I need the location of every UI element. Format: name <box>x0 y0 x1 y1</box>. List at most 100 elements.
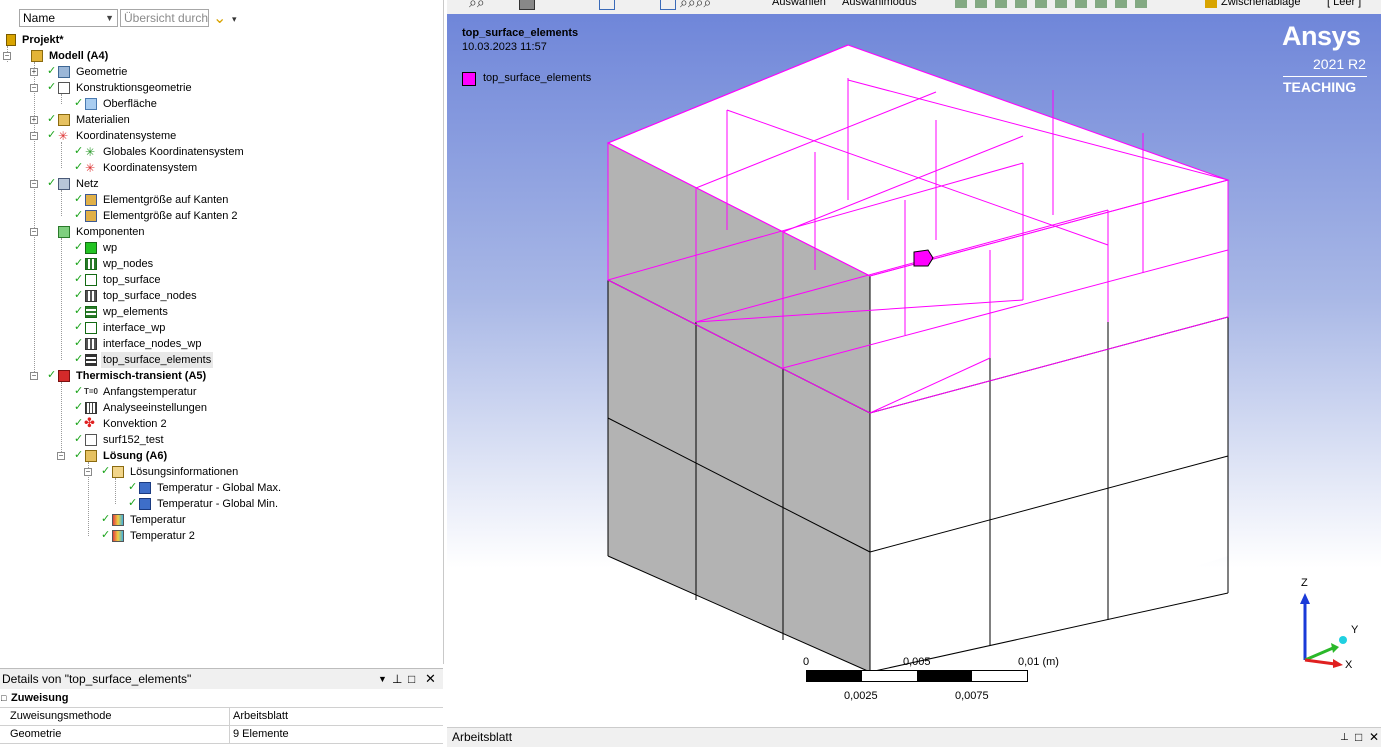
pin-icon[interactable]: ⊥ <box>392 669 402 689</box>
project-icon <box>6 34 16 46</box>
pin-icon[interactable]: ⊥ <box>1340 728 1349 747</box>
tree-label: interface_wp <box>103 322 166 334</box>
element-selection-icon <box>85 354 97 366</box>
tree-label: Temperatur <box>130 514 186 526</box>
collapse-icon[interactable]: − <box>84 468 92 476</box>
zoom-icon[interactable]: ⌕⌕ <box>469 0 485 11</box>
worksheet-label[interactable]: Arbeitsblatt <box>452 728 512 747</box>
coordinate-system-icon: ✳ <box>58 129 69 143</box>
grid-icon[interactable] <box>599 0 615 10</box>
graphics-viewport[interactable]: top_surface_elements 10.03.2023 11:57 to… <box>447 14 1381 724</box>
scale-bar <box>806 670 1028 682</box>
name-filter-combo[interactable]: Name ▼ <box>19 9 118 27</box>
collapse-icon[interactable]: − <box>30 372 38 380</box>
check-icon: ✓ <box>74 145 84 157</box>
face-selection-icon <box>85 274 97 286</box>
components-icon <box>58 226 70 238</box>
tree-label: top_surface_elements <box>101 352 214 368</box>
check-icon: ✓ <box>74 161 84 173</box>
check-icon: ✓ <box>47 113 57 125</box>
details-row-key: Geometrie <box>10 728 62 740</box>
check-icon: ✓ <box>74 449 84 461</box>
check-icon: ✓ <box>74 385 84 397</box>
collapse-icon[interactable]: − <box>57 452 65 460</box>
mesh-icon <box>58 178 70 190</box>
clipboard-label[interactable]: Zwischenablage <box>1221 0 1301 8</box>
tree-label: Materialien <box>76 114 130 126</box>
collapse-icon[interactable]: − <box>3 52 11 60</box>
tree-label: Temperatur - Global Min. <box>157 498 279 510</box>
check-icon: ✓ <box>74 209 84 221</box>
select-button[interactable]: Auswählen <box>772 0 826 8</box>
graphics-toolbar: ⌕⌕ ⌕⌕⌕⌕ Auswählen Auswahlmodus Zwischena… <box>447 0 1381 14</box>
result-tracker-icon <box>139 498 151 510</box>
triad[interactable] <box>1295 588 1355 668</box>
worksheet-bar: Arbeitsblatt ⊥ □ ✕ <box>447 727 1381 747</box>
check-icon: ✓ <box>74 305 84 317</box>
node-selection-icon <box>85 338 97 350</box>
body-select-icon[interactable] <box>519 0 535 10</box>
details-row[interactable]: Geometrie 9 Elemente <box>0 726 443 744</box>
details-title: Details von "top_surface_elements" <box>2 672 192 686</box>
model-icon <box>31 50 43 62</box>
check-icon: ✓ <box>128 481 138 493</box>
toolbar-dropdown-icon[interactable]: ▾ <box>232 14 237 25</box>
details-pane: Details von "top_surface_elements" ▼ ⊥ □… <box>0 668 443 747</box>
search-options-icon[interactable]: ⌄ <box>213 8 226 28</box>
solution-icon <box>85 450 97 462</box>
tree-label: wp <box>103 242 118 254</box>
close-icon[interactable]: ✕ <box>425 669 436 689</box>
materials-icon <box>58 114 70 126</box>
analysis-settings-icon <box>85 402 97 414</box>
tree-label: Lösungsinformationen <box>130 466 239 478</box>
collapse-icon[interactable]: □ <box>1 690 6 707</box>
check-icon: ✓ <box>74 433 84 445</box>
outline-search-input[interactable]: Übersicht durch <box>120 9 209 27</box>
details-row[interactable]: Zuweisungsmethode Arbeitsblatt <box>0 708 443 726</box>
result-icon <box>112 530 124 542</box>
zoom-fit-icon[interactable]: ⌕⌕⌕⌕ <box>680 0 711 11</box>
details-row-key: Zuweisungsmethode <box>10 710 112 722</box>
tree-label: Elementgröße auf Kanten <box>103 194 229 206</box>
tree-label: Modell (A4) <box>49 50 109 62</box>
outline-search-placeholder: Übersicht durch <box>124 11 209 25</box>
name-filter-value: Name <box>23 11 56 25</box>
details-row-value[interactable]: Arbeitsblatt <box>233 708 288 725</box>
check-icon: ✓ <box>74 321 84 333</box>
check-icon: ✓ <box>74 337 84 349</box>
tree-label: Lösung (A6) <box>103 450 168 462</box>
collapse-icon[interactable]: − <box>30 180 38 188</box>
command-snippet-icon <box>85 434 97 446</box>
element-selection-icon <box>85 306 97 318</box>
details-row-value[interactable]: 9 Elemente <box>233 726 289 743</box>
select-mode-button[interactable]: Auswahlmodus <box>842 0 917 8</box>
check-icon: ✓ <box>47 65 57 77</box>
details-title-bar: Details von "top_surface_elements" ▼ ⊥ □… <box>0 669 443 689</box>
check-icon: ✓ <box>101 529 111 541</box>
geometry-icon <box>58 66 70 78</box>
check-icon: ✓ <box>74 97 84 109</box>
tree-label: Projekt* <box>22 34 64 46</box>
check-icon: ✓ <box>74 257 84 269</box>
face-selection-icon <box>85 322 97 334</box>
selection-filter-icons[interactable] <box>955 0 1155 8</box>
coordinate-system-icon: ✳ <box>85 145 96 159</box>
check-icon: ✓ <box>47 177 57 189</box>
close-icon[interactable]: ✕ <box>1369 728 1379 747</box>
collapse-icon[interactable]: − <box>30 84 38 92</box>
maximize-icon[interactable]: □ <box>1355 728 1362 747</box>
node-selection-icon <box>85 258 97 270</box>
dropdown-icon[interactable]: ▼ <box>378 669 387 689</box>
tree-label: top_surface <box>103 274 161 286</box>
pick-icon[interactable] <box>660 0 676 10</box>
expand-icon[interactable]: + <box>30 116 38 124</box>
collapse-icon[interactable]: − <box>30 228 38 236</box>
maximize-icon[interactable]: □ <box>408 669 415 689</box>
collapse-icon[interactable]: − <box>30 132 38 140</box>
clipboard-icon <box>1205 0 1217 8</box>
mesh-geometry[interactable] <box>447 14 1381 724</box>
scale-tick-label: 0,005 <box>903 656 931 668</box>
expand-icon[interactable]: + <box>30 68 38 76</box>
details-section-header[interactable]: □ Zuweisung <box>0 690 443 708</box>
check-icon: ✓ <box>74 193 84 205</box>
